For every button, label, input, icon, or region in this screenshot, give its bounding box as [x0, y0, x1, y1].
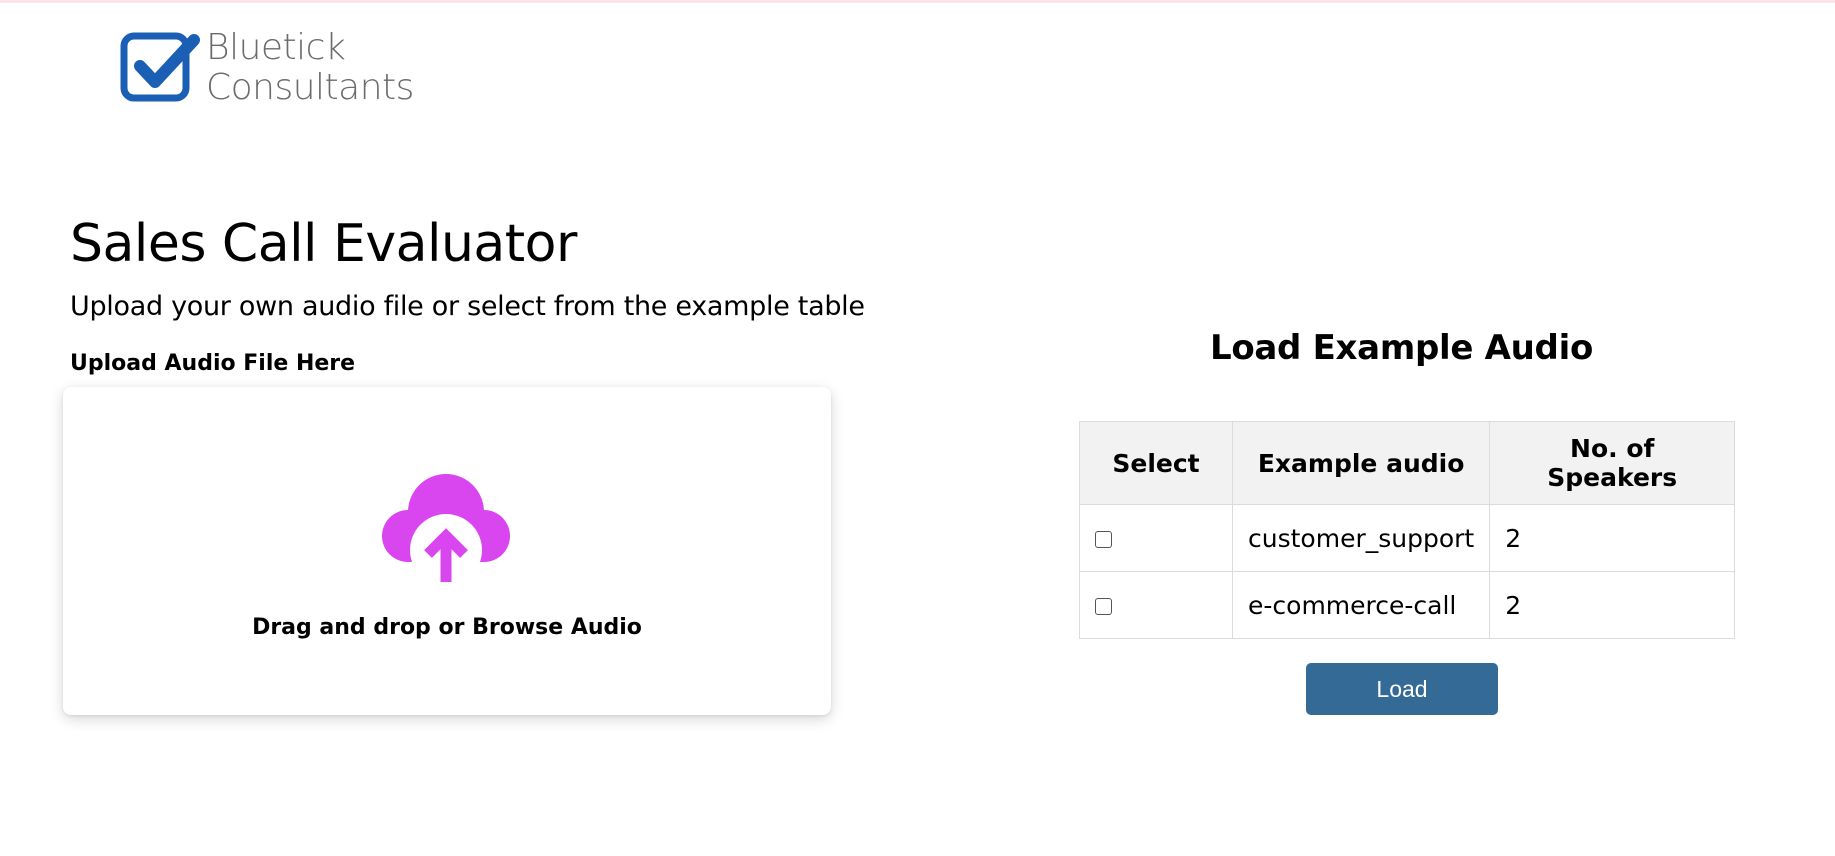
brand-name: Bluetick Consultants	[206, 28, 414, 108]
select-cell	[1079, 504, 1233, 572]
table-header-row: Select Example audio No. of Speakers	[1079, 421, 1736, 505]
header-speakers: No. of Speakers	[1489, 421, 1736, 505]
row-checkbox[interactable]	[1095, 598, 1112, 615]
speakers-cell: 2	[1489, 504, 1736, 572]
brand-name-line2: Consultants	[206, 67, 414, 108]
speakers-cell: 2	[1489, 571, 1736, 639]
table-row: customer_support 2	[1079, 504, 1736, 572]
audio-name-cell: e-commerce-call	[1231, 571, 1491, 639]
audio-name-cell: customer_support	[1231, 504, 1491, 572]
header-select: Select	[1079, 421, 1233, 505]
example-section-title: Load Example Audio	[1209, 328, 1594, 368]
brand-name-line1: Bluetick	[206, 27, 346, 68]
example-audio-table: Select Example audio No. of Speakers cus…	[1079, 421, 1736, 639]
checkbox-check-icon	[120, 32, 200, 102]
page-subtitle: Upload your own audio file or select fro…	[70, 291, 865, 322]
load-button[interactable]: Load	[1306, 663, 1498, 715]
cloud-upload-icon	[382, 474, 510, 584]
table-row: e-commerce-call 2	[1079, 571, 1736, 639]
audio-dropzone[interactable]: Drag and drop or Browse Audio	[63, 387, 831, 715]
row-checkbox[interactable]	[1095, 531, 1112, 548]
dropzone-text: Drag and drop or Browse Audio	[252, 615, 642, 640]
select-cell	[1079, 571, 1233, 639]
brand-logo: Bluetick Consultants	[120, 28, 414, 108]
upload-label: Upload Audio File Here	[70, 351, 356, 376]
header-example-audio: Example audio	[1231, 421, 1491, 505]
top-border	[0, 0, 1835, 3]
page-title: Sales Call Evaluator	[70, 214, 577, 274]
